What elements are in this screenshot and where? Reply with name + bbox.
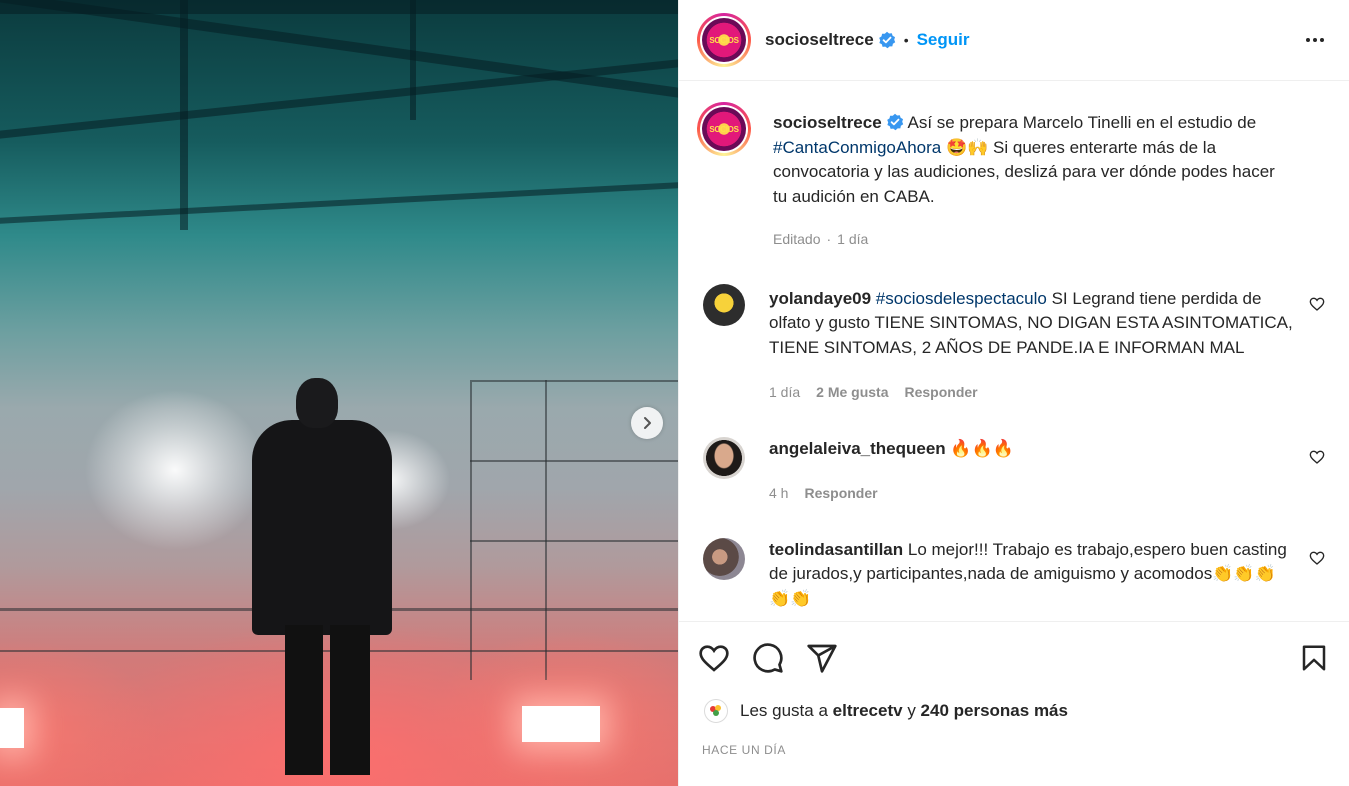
likes-others[interactable]: 240 personas más [921,701,1068,721]
heart-icon[interactable] [1309,550,1325,566]
caption-time: 1 día [837,231,869,247]
person-leg [285,625,323,775]
liker-avatar[interactable] [704,699,728,723]
ceiling-beam [0,59,678,139]
ceiling-beam [410,0,416,120]
comment-username[interactable]: angelaleiva_thequeen [769,439,946,458]
more-options-button[interactable] [1300,32,1330,48]
comment: yolandaye09 #sociosdelespectaculo SI Leg… [697,283,1331,405]
send-icon [807,644,837,673]
caption-text-part: Así se prepara Marcelo Tinelli en el est… [907,113,1257,132]
post-action-bar: Les gusta a eltrecetv y 240 personas más… [679,621,1349,786]
comment: teolindasantillan Lo mejor!!! Trabajo es… [697,537,1331,612]
avatar-logo: SOCIOS [702,18,746,62]
reply-button[interactable]: Responder [905,380,978,405]
person-leg [330,625,370,775]
comment-avatar[interactable] [703,436,745,479]
comment-avatar[interactable] [703,537,745,580]
bookmark-icon [1302,645,1326,671]
post-caption: SOCIOS socioseltrece Así se prepara Marc… [697,81,1331,252]
person-head [296,378,338,428]
comments-scroll-area[interactable]: SOCIOS socioseltrece Así se prepara Marc… [679,81,1349,621]
avatar[interactable]: SOCIOS [697,13,751,67]
heart-icon[interactable] [1309,449,1325,465]
ceiling-beam [0,0,678,98]
comment-text: angelaleiva_thequeen 🔥🔥🔥 [769,438,1014,458]
heart-icon[interactable] [1309,296,1325,312]
comment-avatar[interactable] [703,283,745,326]
comment-time: 1 día [769,384,801,400]
post-header: SOCIOS socioseltrece • Seguir [679,0,1349,81]
like-button[interactable] [697,641,731,675]
caption-meta: Editado · 1 día [773,227,1293,252]
comment-hashtag[interactable]: #sociosdelespectaculo [876,289,1047,308]
scaffolding [470,460,678,462]
post-image [0,0,678,786]
comment-username[interactable]: teolindasantillan [769,540,903,559]
follow-button[interactable]: Seguir [917,30,970,50]
comment-button[interactable] [751,641,785,675]
reply-button[interactable]: Responder [804,481,877,506]
save-button[interactable] [1297,641,1331,675]
comment-time: 4 h [769,485,789,501]
comment-likes-count[interactable]: 2 Me gusta [816,380,888,405]
post-side-panel: SOCIOS socioseltrece • Seguir SOCIOS soc… [678,0,1349,786]
comment-text: yolandaye09 #sociosdelespectaculo SI Leg… [769,288,1293,357]
separator-dot: • [903,32,909,48]
comment-icon [753,643,783,673]
verified-badge-icon [886,113,904,131]
more-horizontal-icon [1306,38,1310,42]
comment-meta: 4 h Responder [769,481,1293,506]
carousel-next-button[interactable] [631,407,663,439]
ceiling-beam [0,182,678,224]
person-silhouette [252,420,392,635]
ceiling-beam [180,0,188,230]
comment: angelaleiva_thequeen 🔥🔥🔥 4 h Responder [697,436,1331,506]
comment-meta: 1 día 2 Me gusta Responder [769,380,1293,405]
caption-username[interactable]: socioseltrece [773,113,882,132]
stage-light [522,706,600,742]
share-button[interactable] [805,641,839,675]
heart-icon [699,645,729,672]
chevron-right-icon [644,417,651,429]
eltrece-logo-icon [710,705,721,716]
scaffolding [470,540,678,542]
comment-username[interactable]: yolandaye09 [769,289,871,308]
header-username[interactable]: socioseltrece [765,30,874,50]
action-buttons [697,622,1331,694]
scaffolding [545,380,547,680]
stage-light [0,708,24,748]
likes-summary: Les gusta a eltrecetv y 240 personas más [697,699,1331,723]
avatar-logo: SOCIOS [702,107,746,151]
edited-label: Editado [773,231,821,247]
caption-avatar[interactable]: SOCIOS [697,102,751,156]
caption-text: socioseltrece Así se prepara Marcelo Tin… [773,111,1293,209]
post-date: HACE UN DÍA [702,743,786,757]
liker-username[interactable]: eltrecetv [833,701,903,721]
caption-emojis: 🤩🙌 [945,137,989,157]
caption-hashtag[interactable]: #CantaConmigoAhora [773,138,941,157]
verified-badge-icon [878,31,896,49]
comment-text: teolindasantillan Lo mejor!!! Trabajo es… [769,539,1287,608]
